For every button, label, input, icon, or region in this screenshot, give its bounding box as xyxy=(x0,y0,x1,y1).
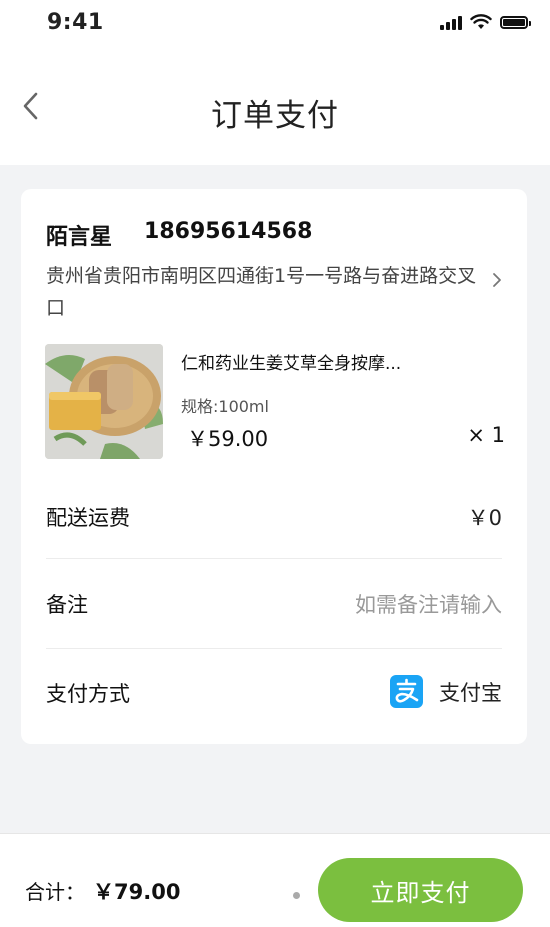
payment-method-name: 支付宝 xyxy=(439,680,502,705)
payment-method-selector[interactable]: 支付宝 xyxy=(390,675,502,708)
order-card: 陌言星 18695614568 贵州省贵阳市南明区四通街1号一号路与奋进路交叉口… xyxy=(21,189,527,744)
shipping-value: ￥0 xyxy=(467,506,502,530)
product-spec: 规格:100ml xyxy=(181,397,269,416)
battery-icon xyxy=(500,16,531,29)
order-total: 合计： ￥79.00 xyxy=(25,876,180,906)
product-price: ￥59.00 xyxy=(187,427,269,451)
signal-icon xyxy=(440,14,462,30)
remark-input[interactable]: 如需备注请输入 xyxy=(355,589,502,619)
payment-method-label: 支付方式 xyxy=(46,682,130,706)
nav-bar: 订单支付 xyxy=(0,50,550,165)
status-icons xyxy=(440,14,531,30)
divider xyxy=(46,558,502,559)
status-time: 9:41 xyxy=(47,10,104,35)
alipay-icon xyxy=(390,675,423,708)
recipient-info[interactable]: 陌言星 18695614568 xyxy=(46,219,312,251)
status-bar: 9:41 xyxy=(0,0,550,50)
recipient-name: 陌言星 xyxy=(46,225,113,250)
remark-row[interactable]: 备注 如需备注请输入 xyxy=(46,589,502,619)
bottom-bar: 合计： ￥79.00 立即支付 xyxy=(0,833,550,927)
shipping-label: 配送运费 xyxy=(46,506,130,530)
shipping-row: 配送运费 ￥0 xyxy=(46,502,502,532)
delivery-address[interactable]: 贵州省贵阳市南明区四通街1号一号路与奋进路交叉口 xyxy=(46,260,491,324)
payment-method-row[interactable]: 支付方式 支付宝 xyxy=(46,675,502,708)
remark-label: 备注 xyxy=(46,593,88,617)
page-title: 订单支付 xyxy=(211,98,339,134)
divider xyxy=(46,648,502,649)
wifi-icon xyxy=(470,14,492,29)
product-name: 仁和药业生姜艾草全身按摩... xyxy=(181,354,402,374)
product-quantity: × 1 xyxy=(467,423,505,447)
recipient-phone: 18695614568 xyxy=(144,219,313,244)
chevron-right-icon[interactable] xyxy=(489,269,505,291)
total-amount: ￥79.00 xyxy=(93,880,181,904)
total-label: 合计： xyxy=(25,880,85,904)
product-image xyxy=(45,344,163,459)
pay-now-button[interactable]: 立即支付 xyxy=(318,858,523,922)
dot-indicator xyxy=(293,892,300,899)
